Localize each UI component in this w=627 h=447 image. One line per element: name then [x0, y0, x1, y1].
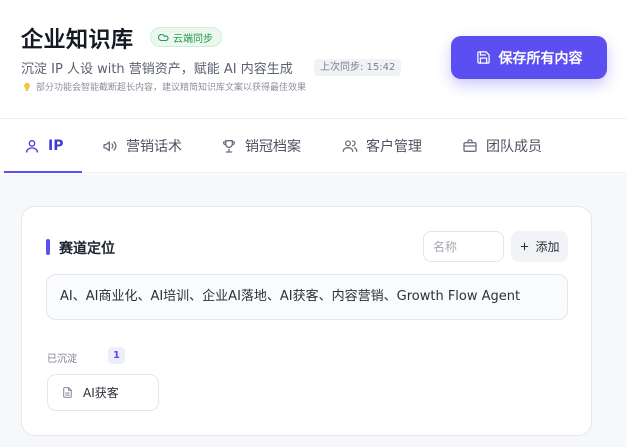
- tip-text: 部分功能会智能截断超长内容，建议精简知识库文案以获得最佳效果: [36, 83, 307, 93]
- card-accent-bar: [46, 239, 50, 255]
- plus-icon: [521, 242, 529, 251]
- tip: 部分功能会智能截断超长内容，建议精简知识库文案以获得最佳效果: [22, 80, 306, 93]
- tab-label: 销冠档案: [245, 139, 301, 155]
- tab-label: 营销话术: [126, 139, 182, 155]
- track-positioning-card: 赛道定位 添加 AI、AI商业化、AI培训、企业AI落地、AI获客、内容营销、G…: [21, 206, 592, 436]
- tab-customers[interactable]: 客户管理: [342, 119, 422, 173]
- page-subtitle: 沉淀 IP 人设 with 营销资产，赋能 AI 内容生成: [21, 62, 293, 77]
- last-sync-badge: 上次同步: 15:42: [314, 59, 402, 76]
- megaphone-icon: [103, 141, 117, 152]
- name-input[interactable]: [423, 231, 504, 262]
- user-icon: [26, 140, 38, 153]
- main-content: 赛道定位 添加 AI、AI商业化、AI培训、企业AI落地、AI获客、内容营销、G…: [0, 174, 627, 447]
- briefcase-icon: [463, 139, 477, 152]
- save-button-label: 保存所有内容: [498, 50, 583, 67]
- tab-bar: IP 营销话术 销冠档案 客户管理 团队成员: [0, 118, 627, 173]
- card-title: 赛道定位: [59, 241, 115, 257]
- tab-top-sales[interactable]: 销冠档案: [221, 119, 301, 173]
- active-tab-indicator: [4, 171, 82, 173]
- lightbulb-icon: [24, 82, 30, 91]
- cloud-badge-label: 云端同步: [173, 33, 213, 45]
- tab-label: 客户管理: [366, 139, 422, 155]
- header: 企业知识库 云端同步 沉淀 IP 人设 with 营销资产，赋能 AI 内容生成…: [0, 0, 627, 118]
- tab-ip[interactable]: IP: [24, 119, 63, 173]
- users-icon: [342, 140, 358, 152]
- tab-label: IP: [48, 138, 64, 154]
- tab-marketing-scripts[interactable]: 营销话术: [102, 119, 182, 173]
- add-button[interactable]: 添加: [511, 231, 568, 262]
- tab-team-members[interactable]: 团队成员: [462, 119, 542, 173]
- deposited-count-badge: 1: [108, 347, 125, 364]
- deposited-item[interactable]: AI获客: [47, 374, 159, 411]
- deposited-item-label: AI获客: [83, 386, 119, 400]
- document-icon: [63, 387, 72, 398]
- save-icon: [476, 51, 490, 64]
- tab-label: 团队成员: [486, 139, 542, 155]
- add-button-label: 添加: [535, 240, 560, 254]
- cloud-sync-badge: 云端同步: [150, 27, 222, 47]
- save-all-button[interactable]: 保存所有内容: [451, 36, 607, 79]
- deposited-label: 已沉淀: [47, 354, 77, 365]
- trophy-icon: [222, 140, 236, 153]
- page-title: 企业知识库: [21, 28, 134, 53]
- cloud-icon: [158, 33, 169, 42]
- track-tags-field[interactable]: AI、AI商业化、AI培训、企业AI落地、AI获客、内容营销、Growth Fl…: [46, 274, 568, 320]
